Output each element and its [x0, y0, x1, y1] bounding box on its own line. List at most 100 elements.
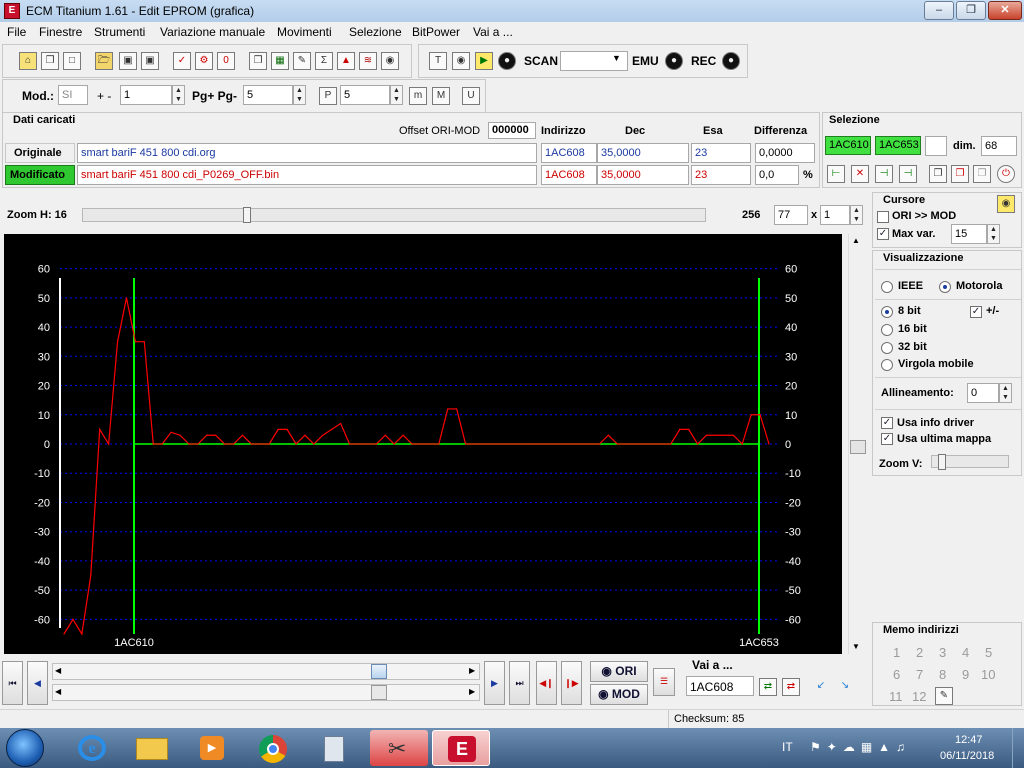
line-chart[interactable]: 60 60 50 50 40 40 30 30 20 20 10 10 0 0 -10 -10 -20 -20 -3…	[4, 234, 842, 654]
memo-item[interactable]: 1	[893, 645, 900, 660]
zoom-multiplier-field[interactable]: 1	[820, 205, 850, 225]
scroll-right-icon[interactable]: ▶	[469, 687, 475, 696]
vscroll-thumb[interactable]	[850, 440, 866, 454]
minimize-button[interactable]: –	[924, 1, 954, 20]
rec-dot-icon[interactable]: ●	[722, 52, 740, 70]
memo-item[interactable]: 10	[981, 667, 995, 682]
scroll-track-bottom[interactable]: ◀ ▶	[52, 684, 480, 701]
edit-icon[interactable]: ✎	[293, 52, 311, 70]
pg-stepper[interactable]: ▲ ▼	[293, 85, 306, 105]
memo-right-icon[interactable]: ↘	[836, 678, 854, 696]
max-var-checkbox[interactable]: ✓	[877, 228, 889, 240]
prev-icon[interactable]: ◀	[27, 661, 48, 705]
chart-icon[interactable]: ≋	[359, 52, 377, 70]
paste-selection-icon[interactable]: ❐	[951, 165, 969, 183]
memo-item[interactable]: 7	[916, 667, 923, 682]
menu-file[interactable]: File	[7, 25, 26, 39]
memo-item[interactable]: 12	[912, 689, 926, 704]
scroll-track-top[interactable]: ◀ ▶	[52, 663, 480, 680]
m-large-icon[interactable]: M	[432, 87, 450, 105]
save-icon[interactable]: ▣	[119, 52, 137, 70]
memo-item[interactable]: 6	[893, 667, 900, 682]
memo-item[interactable]: 11	[889, 689, 903, 704]
ori-button[interactable]: ◉ ORI	[590, 661, 648, 682]
check-icon[interactable]: ✓	[173, 52, 191, 70]
ie-taskbar-icon[interactable]: e	[64, 730, 120, 766]
offset-field[interactable]: 000000	[488, 122, 536, 139]
chart-area[interactable]: 60 60 50 50 40 40 30 30 20 20 10 10 0 0 -10 -10 -20 -20 -3…	[4, 234, 842, 654]
zoom-slider-thumb[interactable]	[242, 207, 251, 223]
memo-item[interactable]: 2	[916, 645, 923, 660]
lock-icon[interactable]: ◉	[997, 195, 1015, 213]
menu-selezione[interactable]: Selezione	[349, 25, 402, 39]
explorer-taskbar-icon[interactable]	[124, 730, 180, 766]
memo-left-icon[interactable]: ↙	[812, 678, 830, 696]
virgola-mobile-radio[interactable]	[881, 359, 893, 371]
calculator-icon[interactable]: ▦	[271, 52, 289, 70]
text-icon[interactable]: T	[429, 52, 447, 70]
binoculars-icon[interactable]: ◉	[381, 52, 399, 70]
usa-ultima-mappa-checkbox[interactable]: ✓	[881, 433, 893, 445]
memo-item[interactable]: 3	[939, 645, 946, 660]
p-icon[interactable]: P	[319, 87, 337, 105]
tool-taskbar-icon[interactable]: ✂	[370, 730, 428, 766]
menu-variazione-manuale[interactable]: Variazione manuale	[160, 25, 265, 39]
open-folder-icon[interactable]: 🗁	[95, 52, 113, 70]
power-icon[interactable]: ⏻	[997, 165, 1015, 183]
compare-list-icon[interactable]: ☰	[653, 668, 675, 696]
chart-vscroll[interactable]: ▲ ▼	[848, 234, 866, 654]
menu-finestre[interactable]: Finestre	[39, 25, 82, 39]
max-var-field[interactable]: 15	[951, 224, 987, 244]
ori-mod-checkbox[interactable]	[877, 211, 889, 223]
page-icon[interactable]: □	[63, 52, 81, 70]
home-icon[interactable]: ⌂	[19, 52, 37, 70]
scroll-down-icon[interactable]: ▼	[852, 642, 860, 651]
prev-diff-icon[interactable]: ◀❙	[536, 661, 557, 705]
signed-checkbox[interactable]: ✓	[970, 306, 982, 318]
close-button[interactable]: ✕	[988, 1, 1022, 20]
media-taskbar-icon[interactable]: ▶	[184, 730, 240, 766]
bit8-radio[interactable]	[881, 306, 893, 318]
zero-icon[interactable]: 0	[217, 52, 235, 70]
menu-strumenti[interactable]: Strumenti	[94, 25, 145, 39]
first-icon[interactable]: ⏮	[2, 661, 23, 705]
show-desktop-button[interactable]	[1012, 728, 1024, 768]
tray-icons[interactable]: ⚑✦☁▦▲♫	[810, 740, 911, 754]
p-field[interactable]: 5	[340, 85, 390, 105]
menu-bitpower[interactable]: BitPower	[412, 25, 460, 39]
dim-field[interactable]: 68	[981, 136, 1017, 156]
bit16-radio[interactable]	[881, 324, 893, 336]
bit32-radio[interactable]	[881, 342, 893, 354]
allineamento-stepper[interactable]: ▲ ▼	[999, 383, 1012, 403]
selection-start-field[interactable]: 1AC610	[825, 136, 871, 155]
lock-icon[interactable]: ◉	[452, 52, 470, 70]
chevron-down-icon[interactable]: ▼	[612, 53, 621, 63]
next-diff-icon[interactable]: ❙▶	[561, 661, 582, 705]
select-cross-icon[interactable]: ✕	[851, 165, 869, 183]
zoomv-slider[interactable]	[931, 454, 1009, 470]
hscroll-thumb[interactable]	[371, 664, 387, 679]
memo-item[interactable]: 4	[962, 645, 969, 660]
selection-end-field[interactable]: 1AC653	[875, 136, 921, 155]
menu-movimenti[interactable]: Movimenti	[277, 25, 332, 39]
zoom-slider[interactable]	[82, 207, 706, 223]
zoom-value-field[interactable]: 77	[774, 205, 808, 225]
hscroll-thumb[interactable]	[371, 685, 387, 700]
scroll-left-icon[interactable]: ◀	[55, 666, 61, 675]
zoomv-slider-thumb[interactable]	[938, 454, 946, 470]
start-button[interactable]	[6, 729, 44, 767]
ieee-radio[interactable]	[881, 281, 893, 293]
goto-mod-icon[interactable]: ⇄	[782, 678, 800, 696]
selection-extra-field[interactable]	[925, 136, 947, 156]
shapes-icon[interactable]: ▲	[337, 52, 355, 70]
goto-ori-icon[interactable]: ⇄	[759, 678, 777, 696]
sum-icon[interactable]: Σ	[315, 52, 333, 70]
select-range-icon[interactable]: ⊣	[875, 165, 893, 183]
record-dot-icon[interactable]: ●	[498, 52, 516, 70]
motorola-radio[interactable]	[939, 281, 951, 293]
mod-field[interactable]: SI	[58, 85, 88, 105]
windows-icon[interactable]: ❐	[41, 52, 59, 70]
vai-a-field[interactable]: 1AC608	[686, 676, 754, 696]
chrome-taskbar-icon[interactable]	[244, 730, 300, 766]
mod-button[interactable]: ◉ MOD	[590, 684, 648, 705]
